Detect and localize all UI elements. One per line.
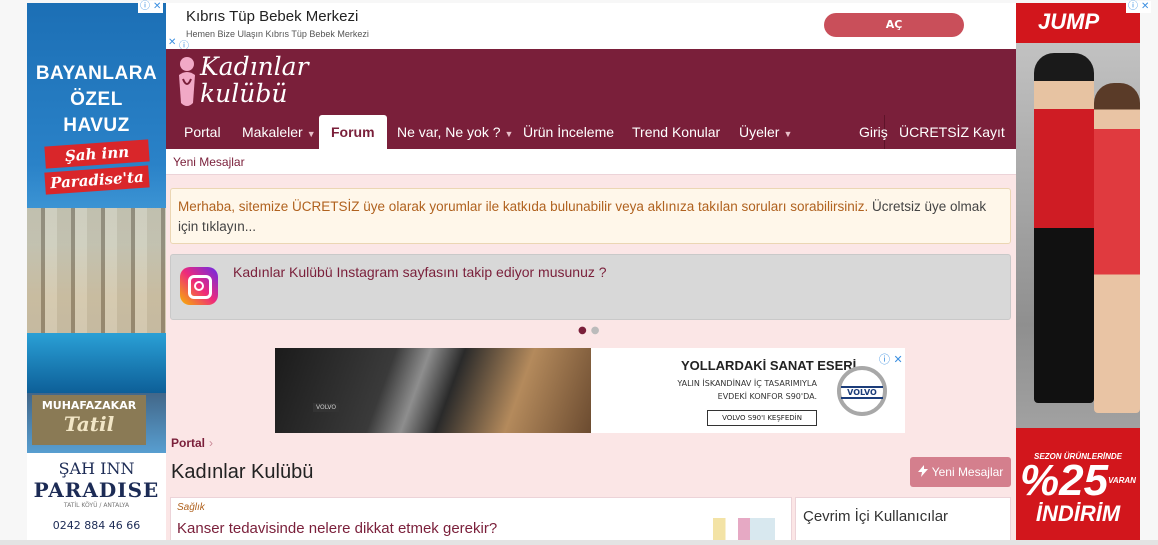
- nav-makaleler-label: Makaleler: [242, 124, 303, 140]
- nav-ne-var[interactable]: Ne var, Ne yok ? ▼: [397, 115, 513, 149]
- notice-highlight: Merhaba, sitemize ÜCRETSİZ üye olarak yo…: [178, 199, 869, 214]
- chevron-right-icon: ›: [209, 436, 214, 450]
- ad-sale-percent: %25: [1020, 456, 1109, 505]
- nav-register[interactable]: ÜCRETSİZ Kayıt Ol: [899, 115, 1016, 174]
- page-title: Kadınlar Kulübü: [171, 461, 314, 483]
- ad-location: TATİL KÖYÜ / ANTALYA: [63, 502, 130, 509]
- carousel-dot-active[interactable]: ●: [578, 325, 591, 336]
- ad-phone: 0242 884 46 66: [52, 519, 141, 532]
- horizontal-scrollbar[interactable]: [0, 540, 1158, 545]
- instagram-icon: [180, 267, 218, 305]
- nav-ne-var-label: Ne var, Ne yok ?: [397, 124, 501, 140]
- ad-badge: MUHAFAZAKAR Tatil: [32, 395, 146, 445]
- close-icon[interactable]: ✕: [894, 353, 903, 366]
- ad-line2: EVDEKİ KONFOR S90'DA.: [717, 392, 817, 401]
- ad-model-image: [1094, 83, 1140, 413]
- logo-icon[interactable]: [174, 55, 200, 111]
- nav-uyeler-label: Üyeler: [739, 124, 780, 140]
- ad-brand-block: ŞAH INN PARADISE TATİL KÖYÜ / ANTALYA 02…: [27, 453, 166, 540]
- nav-uyeler[interactable]: Üyeler ▼: [739, 115, 792, 149]
- volvo-logo-text: VOLVO: [841, 386, 883, 399]
- breadcrumb[interactable]: Portal ›: [171, 436, 213, 450]
- online-users-panel: Çevrim İçi Kullanıcılar: [795, 497, 1011, 540]
- online-users-title: Çevrim İçi Kullanıcılar: [803, 508, 949, 525]
- lightning-icon: [917, 465, 928, 477]
- breadcrumb-portal[interactable]: Portal: [171, 436, 205, 450]
- article-title[interactable]: Kanser tedavisinde nelere dikkat etmek g…: [177, 520, 497, 537]
- welcome-notice[interactable]: Merhaba, sitemize ÜCRETSİZ üye olarak yo…: [170, 188, 1011, 244]
- adchoices-icon[interactable]: ⓘ: [138, 1, 152, 13]
- ad-badge-line1: MUHAFAZAKAR: [41, 399, 137, 412]
- ad-line: HAVUZ: [63, 115, 130, 136]
- ad-sale-block: SEZON ÜRÜNLERİNDE %25VARAN İNDİRİM: [1016, 428, 1140, 540]
- ad-controls[interactable]: ⓘ ✕: [879, 351, 903, 367]
- ad-script-text: Şah inn: [43, 139, 150, 169]
- chevron-down-icon: ▼: [783, 129, 793, 139]
- carousel-dots[interactable]: ●●: [578, 325, 603, 336]
- nav-urun-inceleme[interactable]: Ürün İnceleme: [523, 115, 614, 149]
- nav-trend-konular[interactable]: Trend Konular: [632, 115, 720, 149]
- ad-model-image: [1034, 53, 1094, 403]
- ad-brand-logo: JUMP: [1016, 3, 1140, 43]
- ad-cta-button[interactable]: VOLVO S90'I KEŞFEDİN: [707, 410, 817, 426]
- ad-line: ÖZEL: [70, 89, 123, 110]
- ad-badge-line2: Tatil: [63, 412, 115, 436]
- subnav-new-messages[interactable]: Yeni Mesajlar: [166, 149, 1016, 175]
- nav-makaleler[interactable]: Makaleler ▼: [242, 115, 316, 149]
- instagram-notice[interactable]: Kadınlar Kulübü Instagram sayfasını taki…: [170, 254, 1011, 320]
- ad-car-image: VOLVO: [275, 348, 591, 433]
- close-icon[interactable]: ✕: [151, 1, 164, 13]
- ad-sale-varan: VARAN: [1108, 476, 1136, 485]
- ad-headline: YOLLARDAKİ SANAT ESERİ: [681, 358, 857, 373]
- ad-line: BAYANLARA: [35, 63, 158, 84]
- right-ad-banner[interactable]: JUMP SEZON ÜRÜNLERİNDE %25VARAN İNDİRİM: [1016, 3, 1140, 540]
- site-header: Kadınlar kulübü: [166, 49, 1016, 115]
- nav-login[interactable]: Giriş: [859, 115, 888, 149]
- adchoices-icon[interactable]: ⓘ: [879, 353, 890, 366]
- article-thumbnail[interactable]: [713, 518, 775, 540]
- nav-forum[interactable]: Forum: [319, 115, 387, 149]
- ad-line1: YALIN İSKANDİNAV İÇ TASARIMIYLA: [677, 379, 817, 388]
- new-messages-button[interactable]: Yeni Mesajlar: [910, 457, 1011, 487]
- site-logo[interactable]: Kadınlar kulübü: [200, 53, 309, 107]
- carousel-dot[interactable]: ●: [591, 325, 604, 336]
- adchoices-icon[interactable]: ⓘ: [1126, 1, 1140, 13]
- chevron-down-icon: ▼: [306, 129, 316, 139]
- close-icon[interactable]: ✕: [168, 37, 176, 48]
- instagram-text: Kadınlar Kulübü Instagram sayfasını taki…: [233, 264, 607, 280]
- top-ad-open-button[interactable]: AÇ: [824, 13, 964, 37]
- ad-brand1: ŞAH INN: [58, 459, 135, 478]
- close-icon[interactable]: ✕: [1139, 1, 1152, 13]
- nav-portal[interactable]: Portal: [184, 115, 221, 149]
- ad-brand2: PARADISE: [33, 478, 160, 502]
- logo-line1: Kadınlar: [200, 52, 309, 81]
- top-ad-subtitle: Hemen Bize Ulaşın Kıbrıs Tüp Bebek Merke…: [186, 29, 369, 39]
- ad-script-text: Paradise'ta: [43, 165, 150, 195]
- main-nav: Portal Makaleler ▼ Forum Ne var, Ne yok ?…: [166, 115, 1016, 174]
- logo-line2: kulübü: [200, 79, 288, 108]
- new-messages-label: Yeni Mesajlar: [931, 465, 1004, 479]
- top-ad-banner[interactable]: Kıbrıs Tüp Bebek Merkezi Hemen Bize Ulaş…: [166, 3, 1016, 52]
- article-category[interactable]: Sağlık: [177, 502, 205, 513]
- volvo-logo-icon: VOLVO: [837, 366, 887, 416]
- ad-car-tag: VOLVO: [313, 403, 340, 412]
- volvo-ad-banner[interactable]: VOLVO YOLLARDAKİ SANAT ESERİ YALIN İSKAN…: [275, 348, 905, 433]
- top-ad-title: Kıbrıs Tüp Bebek Merkezi: [186, 8, 359, 25]
- chevron-down-icon: ▼: [504, 129, 514, 139]
- site-main: Kıbrıs Tüp Bebek Merkezi Hemen Bize Ulaş…: [166, 3, 1016, 540]
- ad-pool-image: [27, 333, 166, 393]
- article-card[interactable]: Sağlık Kanser tedavisinde nelere dikkat …: [170, 497, 792, 540]
- left-ad-banner[interactable]: BAYANLARA ÖZEL HAVUZ Şah inn Paradise'ta…: [27, 3, 166, 540]
